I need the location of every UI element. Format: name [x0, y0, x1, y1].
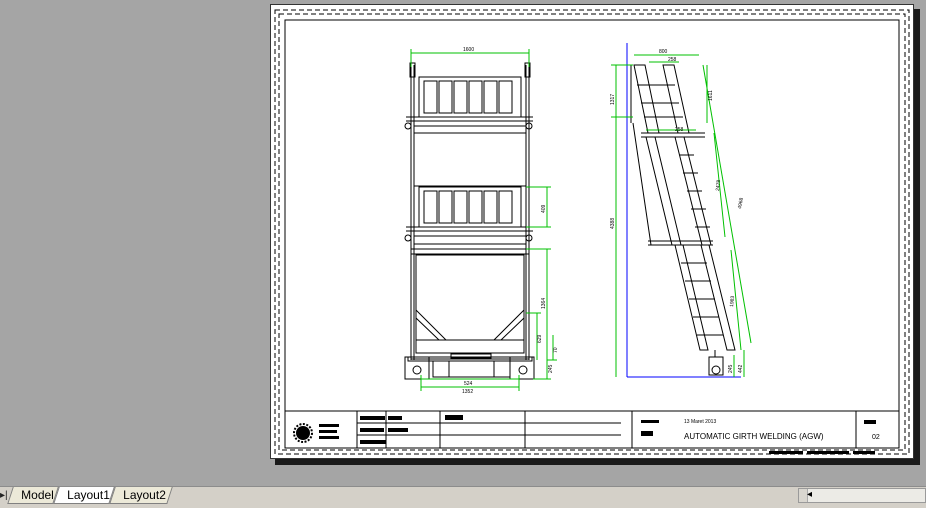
drawing-canvas[interactable]: 1600 524 1352 409 1364 629 70 245 800 25… — [271, 5, 913, 458]
tab-scroll-last-icon[interactable]: ▸| — [0, 490, 8, 501]
tab-layout1-label: Layout1 — [67, 488, 110, 502]
paper-footer-redacted — [769, 451, 875, 454]
side-dim-top-width: 800 — [659, 49, 668, 55]
front-view — [404, 62, 535, 380]
layout-paper[interactable]: 1600 524 1352 409 1364 629 70 245 800 25… — [270, 4, 914, 459]
drawing-frame — [284, 19, 900, 449]
side-dim-top-inner: 258 — [668, 57, 677, 63]
front-dim-bottom-inner: 524 — [464, 381, 473, 387]
tab-model-label: Model — [21, 488, 54, 502]
front-dim-bottom-overall: 1352 — [462, 389, 473, 395]
side-dim-diag-long: 4968 — [737, 197, 745, 209]
side-dim-foot-b: 442 — [738, 364, 744, 373]
tab-model[interactable]: Model — [7, 487, 59, 504]
side-dim-mid-inner: 258 — [675, 127, 684, 133]
scroll-left-icon[interactable]: ◂ — [807, 489, 812, 500]
drawing-date: 13 Maret 2013 — [684, 419, 716, 425]
sheet-number: 02 — [872, 434, 880, 441]
company-logo — [293, 423, 339, 443]
upper-grating — [423, 80, 513, 114]
side-view-dim-labels: 800 258 258 1317 4388 1611 2478 4968 198… — [610, 49, 745, 373]
side-dim-total-height: 4388 — [610, 218, 616, 229]
side-dim-diag-lower: 1983 — [729, 295, 736, 307]
tab-layout1[interactable]: Layout1 — [53, 487, 115, 504]
front-view-dim-labels: 1600 524 1352 409 1364 629 70 245 — [462, 47, 559, 395]
tab-layout2[interactable]: Layout2 — [109, 487, 173, 504]
front-dim-right-foot: 245 — [548, 364, 554, 373]
side-dim-left-top: 1317 — [610, 94, 616, 105]
outer-dashed-border — [274, 9, 910, 455]
front-dim-top-width: 1600 — [463, 47, 474, 53]
side-dim-foot-a: 245 — [728, 364, 734, 373]
front-dim-right-lower: 1364 — [541, 298, 547, 309]
front-dim-right-base: 629 — [537, 334, 543, 343]
front-dim-right-step: 409 — [541, 204, 547, 213]
side-dim-diag-mid: 2478 — [715, 179, 722, 191]
front-dim-right-small: 70 — [553, 347, 559, 353]
tab-layout2-label: Layout2 — [123, 488, 166, 502]
layout-tab-bar: ▸| Model Layout1 Layout2 ◂ — [0, 486, 926, 508]
side-dim-diag-upper: 1611 — [708, 90, 714, 101]
side-view — [630, 64, 736, 376]
inner-dashed-border — [278, 13, 906, 451]
middle-grating — [423, 190, 513, 224]
side-view-axis — [626, 43, 741, 378]
drawing-title: AUTOMATIC GIRTH WELDING (AGW) — [684, 432, 824, 441]
horizontal-scrollbar[interactable]: ◂ — [798, 488, 926, 503]
